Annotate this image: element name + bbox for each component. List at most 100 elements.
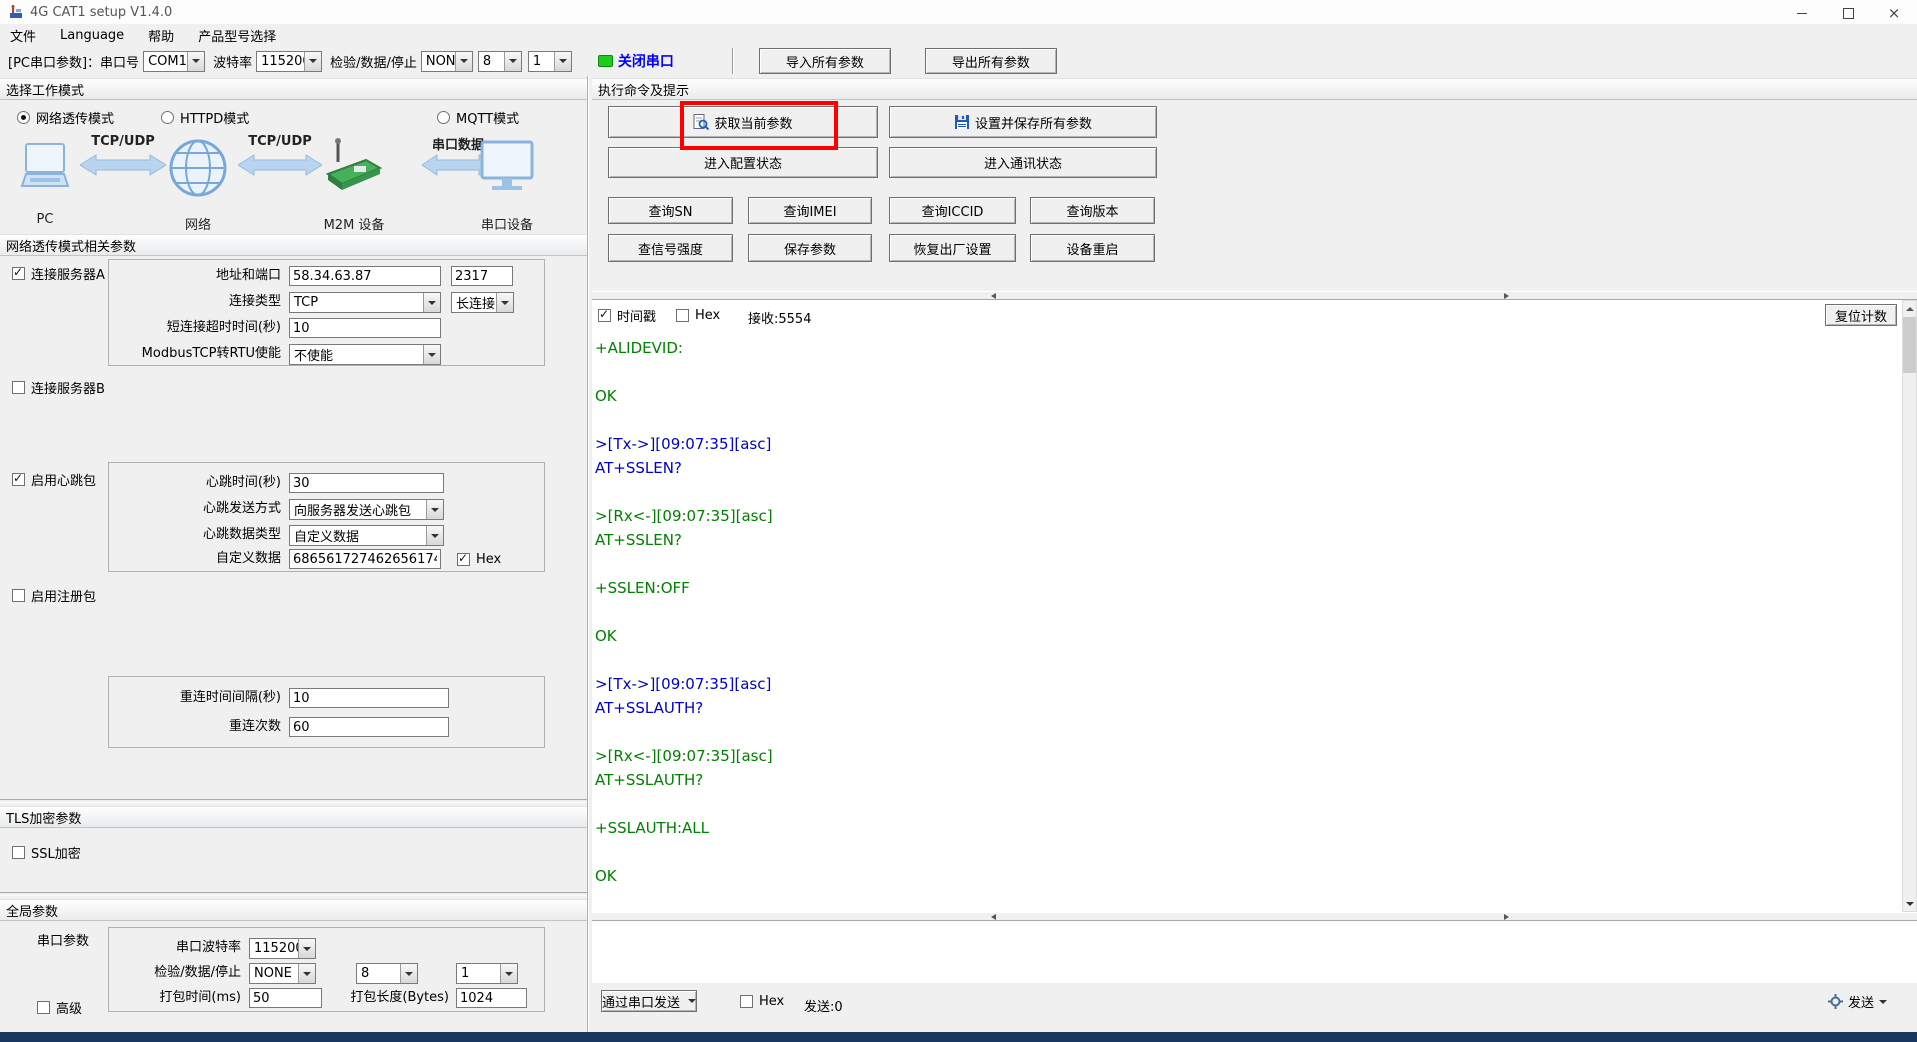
export-all-params-button[interactable]: 导出所有参数 — [925, 48, 1057, 74]
terminal-output: +ALIDEVID: OK >[Tx->][09:07:35][asc]AT+S… — [595, 336, 1902, 888]
server-a-checkbox[interactable] — [12, 267, 25, 280]
timestamp-checkbox[interactable] — [598, 309, 611, 322]
recv-hex-checkbox[interactable] — [676, 309, 689, 322]
hb-mode-select[interactable]: 向服务器发送心跳包 — [289, 499, 444, 520]
radio-button[interactable] — [161, 111, 174, 124]
terminal-line — [595, 408, 1902, 432]
modbus-select[interactable]: 不使能 — [289, 344, 441, 365]
close-button[interactable]: × — [1871, 0, 1917, 26]
baud-select[interactable]: 115200 — [256, 51, 322, 72]
splitter-bottom[interactable] — [592, 912, 1917, 921]
chevron-down-icon — [504, 52, 521, 71]
receive-terminal[interactable]: 时间戳 Hex 接收:5554 复位计数 +ALIDEVID: OK >[Tx-… — [592, 300, 1902, 912]
scrollbar-thumb[interactable] — [1903, 317, 1916, 373]
send-button[interactable]: 发送 — [1828, 992, 1887, 1011]
send-via-serial-button[interactable]: 通过串口发送 — [601, 990, 697, 1012]
terminal-line — [595, 552, 1902, 576]
reconnect-interval-input[interactable] — [289, 688, 449, 708]
close-port-button[interactable]: 关闭串口 — [618, 51, 674, 71]
timestamp-label: 时间戳 — [617, 306, 656, 325]
com-port-select[interactable]: COM10 — [143, 51, 205, 72]
command-button[interactable]: 查询ICCID — [889, 197, 1016, 224]
command-button[interactable]: 查询版本 — [1030, 197, 1155, 224]
parity-select[interactable]: NONI — [421, 51, 473, 72]
server-a-checkbox-row: 连接服务器A — [12, 266, 105, 280]
reconnect-count-input[interactable] — [289, 717, 449, 737]
g-databits-select[interactable]: 8 — [356, 963, 418, 984]
import-all-params-button[interactable]: 导入所有参数 — [759, 48, 891, 74]
server-b-checkbox[interactable] — [12, 381, 25, 394]
splitter-top[interactable] — [592, 291, 1917, 300]
scroll-up-button[interactable] — [1903, 301, 1916, 316]
terminal-line — [595, 600, 1902, 624]
register-checkbox[interactable] — [12, 589, 25, 602]
command-button[interactable]: 保存参数 — [748, 234, 872, 262]
terminal-line — [595, 840, 1902, 864]
enter-config-state-button[interactable]: 进入配置状态 — [608, 147, 878, 178]
conn-type-label: 连接类型 — [109, 292, 281, 312]
server-a-address-input[interactable] — [289, 266, 441, 286]
g-stopbits-select[interactable]: 1 — [456, 963, 518, 984]
g-parity-label: 检验/数据/停止 — [109, 963, 241, 983]
g-parity-select[interactable]: NONE — [249, 963, 316, 984]
command-button[interactable]: 设备重启 — [1030, 234, 1155, 262]
command-button[interactable]: 查信号强度 — [608, 234, 733, 262]
radio-button[interactable] — [437, 111, 450, 124]
menu-item[interactable]: Language — [58, 27, 126, 44]
menu-item[interactable]: 文件 — [8, 25, 38, 46]
menu-item[interactable]: 产品型号选择 — [196, 25, 278, 46]
maximize-icon — [1843, 8, 1854, 19]
set-save-all-params-button[interactable]: 设置并保存所有参数 — [889, 106, 1157, 138]
work-mode-option[interactable]: 网络透传模式 — [17, 110, 114, 124]
pack-len-input[interactable] — [456, 988, 527, 1008]
hb-type-select[interactable]: 自定义数据 — [289, 525, 444, 546]
conn-keep-select[interactable]: 长连接 — [451, 292, 514, 313]
terminal-line: >[Rx<-][09:07:35][asc] — [595, 744, 1902, 768]
work-mode-option[interactable]: HTTPD模式 — [161, 110, 249, 124]
doc-magnifier-icon — [693, 114, 709, 130]
server-b-label: 连接服务器B — [31, 378, 105, 397]
maximize-button[interactable] — [1825, 0, 1871, 26]
send-hex-label: Hex — [759, 994, 784, 1009]
hb-hex-checkbox[interactable] — [457, 553, 470, 566]
command-button[interactable]: 查询IMEI — [748, 197, 872, 224]
heartbeat-checkbox[interactable] — [12, 473, 25, 486]
collapse-right-icon — [1504, 914, 1509, 920]
chevron-down-icon — [426, 526, 443, 545]
scroll-down-button[interactable] — [1903, 896, 1916, 911]
radio-button[interactable] — [17, 111, 30, 124]
pack-time-input[interactable] — [249, 988, 322, 1008]
send-input-area[interactable] — [592, 921, 1917, 983]
databits-select[interactable]: 8 — [478, 51, 522, 72]
register-checkbox-row: 启用注册包 — [12, 588, 96, 602]
enter-comm-state-button[interactable]: 进入通讯状态 — [889, 147, 1157, 178]
reset-counter-button[interactable]: 复位计数 — [1825, 304, 1897, 326]
send-hex-checkbox[interactable] — [740, 995, 753, 1008]
node-label-pc: PC — [14, 212, 76, 227]
work-mode-option[interactable]: MQTT模式 — [437, 110, 519, 124]
panel-divider — [587, 76, 589, 1032]
hb-data-input[interactable] — [289, 549, 441, 569]
stopbits-select[interactable]: 1 — [528, 51, 572, 72]
server-a-port-input[interactable] — [451, 266, 513, 286]
serial-device-icon — [478, 140, 536, 198]
hb-time-input[interactable] — [289, 473, 444, 493]
server-a-label: 连接服务器A — [31, 264, 105, 283]
minimize-button[interactable] — [1779, 0, 1825, 26]
ssl-checkbox[interactable] — [12, 846, 25, 859]
g-baud-select[interactable]: 115200 — [249, 938, 316, 959]
advanced-checkbox[interactable] — [37, 1001, 50, 1014]
app-icon — [8, 4, 24, 20]
short-timeout-input[interactable] — [289, 318, 441, 338]
chevron-down-icon — [500, 964, 517, 983]
terminal-vscrollbar[interactable] — [1902, 300, 1917, 912]
command-button[interactable]: 查询SN — [608, 197, 733, 224]
heartbeat-label: 启用心跳包 — [31, 470, 96, 489]
serial-group-label: 串口参数 — [37, 930, 89, 949]
ssl-checkbox-row: SSL加密 — [12, 845, 81, 859]
command-button[interactable]: 恢复出厂设置 — [889, 234, 1016, 262]
title-bar: 4G CAT1 setup V1.4.0 × — [0, 0, 1917, 24]
get-current-params-button[interactable]: 获取当前参数 — [608, 106, 878, 138]
menu-item[interactable]: 帮助 — [146, 25, 176, 46]
conn-type-select[interactable]: TCP — [289, 292, 441, 313]
